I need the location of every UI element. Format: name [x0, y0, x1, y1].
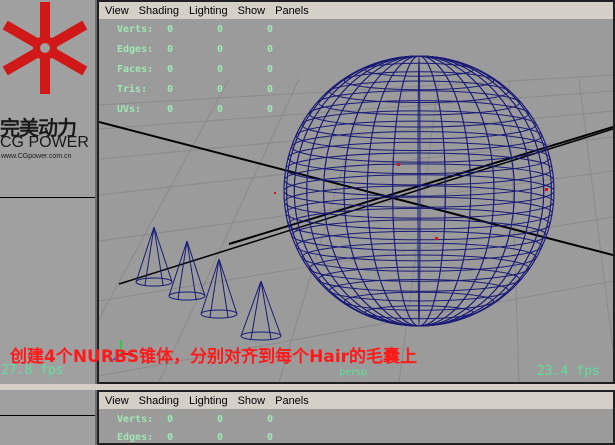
menu-show[interactable]: Show: [238, 5, 266, 17]
hud-value: 0: [267, 432, 274, 443]
logo-asterisk-icon: [2, 2, 88, 94]
side-viewport-bottom[interactable]: [0, 390, 97, 445]
menu-lighting[interactable]: Lighting: [189, 5, 228, 17]
hud-value: 0: [167, 104, 174, 115]
grid-line: [0, 197, 95, 198]
menu-view[interactable]: View: [105, 5, 129, 17]
persp-viewport[interactable]: View Shading Lighting Show Panels persp …: [97, 0, 615, 384]
logo-en-text: CG POWER: [0, 134, 89, 151]
nurbs-sphere-wireframe: [283, 55, 555, 327]
scene-canvas[interactable]: persp: [99, 19, 613, 382]
hud-value: 0: [167, 44, 174, 55]
hud-label: UVs:: [117, 104, 142, 115]
hud-value: 0: [267, 24, 274, 35]
hud-value: 0: [217, 432, 224, 443]
hud-label: Edges:: [117, 44, 154, 55]
main-fps-readout: 23.4 fps: [537, 364, 600, 379]
nurbs-cone: [168, 240, 206, 301]
menu-lighting[interactable]: Lighting: [189, 395, 228, 407]
hud-label: Verts:: [117, 414, 154, 425]
hud-value: 0: [217, 104, 224, 115]
viewport-menubar-bottom: View Shading Lighting Show Panels: [99, 392, 613, 409]
menu-shading[interactable]: Shading: [139, 395, 179, 407]
grid-line: [0, 415, 95, 416]
bottom-viewport[interactable]: View Shading Lighting Show Panels Verts:…: [97, 390, 615, 445]
hud-value: 0: [267, 64, 274, 75]
camera-label: persp: [339, 367, 367, 378]
nurbs-cone: [200, 258, 238, 319]
logo-url-text: www.CGpower.com.cn: [1, 153, 72, 160]
hud-value: 0: [167, 24, 174, 35]
hud-label: Tris:: [117, 84, 148, 95]
menu-shading[interactable]: Shading: [139, 5, 179, 17]
hud-value: 0: [217, 84, 224, 95]
hud-value: 0: [167, 432, 174, 443]
hud-value: 0: [267, 44, 274, 55]
hud-value: 0: [217, 414, 224, 425]
hud-value: 0: [167, 64, 174, 75]
menu-view[interactable]: View: [105, 395, 129, 407]
hud-value: 0: [217, 24, 224, 35]
menu-panels[interactable]: Panels: [275, 5, 309, 17]
viewport-menubar: View Shading Lighting Show Panels: [99, 2, 613, 19]
tutorial-caption: 创建4个NURBS锥体，分别对齐到每个Hair的毛囊上: [10, 347, 418, 367]
hud-value: 0: [167, 84, 174, 95]
menu-show[interactable]: Show: [238, 395, 266, 407]
hud-value: 0: [167, 414, 174, 425]
hud-value: 0: [267, 414, 274, 425]
nurbs-cone: [240, 280, 282, 341]
side-viewport-top[interactable]: 完美动力 CG POWER www.CGpower.com.cn 27.8 fp…: [0, 0, 97, 384]
hud-value: 0: [217, 64, 224, 75]
hud-label: Edges:: [117, 432, 154, 443]
hud-value: 0: [267, 84, 274, 95]
hud-value: 0: [267, 104, 274, 115]
hud-value: 0: [217, 44, 224, 55]
hud-label: Faces:: [117, 64, 154, 75]
menu-panels[interactable]: Panels: [275, 395, 309, 407]
hud-label: Verts:: [117, 24, 154, 35]
